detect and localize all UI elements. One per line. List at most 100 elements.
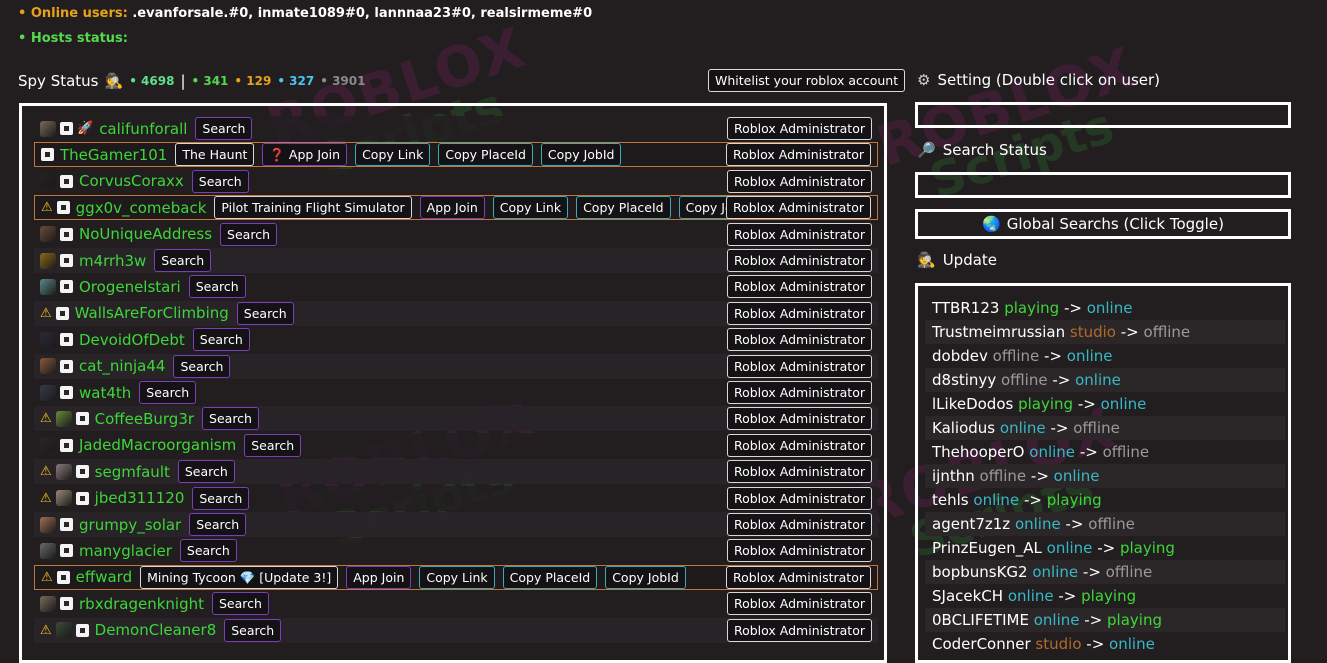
search-button[interactable]: Search <box>236 301 294 325</box>
user-name[interactable]: m4rrh3w <box>79 252 146 270</box>
search-button[interactable]: Search <box>202 407 259 431</box>
user-row[interactable]: DevoidOfDebt Search Roblox Administrator <box>34 327 878 353</box>
row-action-button[interactable]: Copy Link <box>419 565 495 589</box>
update-user[interactable]: dobdev <box>932 347 988 365</box>
search-button[interactable]: Search <box>195 117 253 140</box>
search-button[interactable]: Search <box>191 169 249 193</box>
row-action-button[interactable]: Copy Link <box>492 196 569 220</box>
user-row[interactable]: JadedMacroorganism Search Roblox Administr… <box>34 432 878 458</box>
user-row[interactable]: CorvusCoraxx Search Roblox Administrator <box>34 168 878 194</box>
user-name[interactable]: NoUniqueAddress <box>79 225 212 243</box>
search-button[interactable]: Search <box>139 381 197 404</box>
role-badge-button[interactable]: Roblox Administrator <box>726 618 872 642</box>
update-user[interactable]: d8stinyy <box>932 371 996 389</box>
global-searchs-toggle[interactable]: 🌏 Global Searchs (Click Toggle) <box>915 209 1291 239</box>
row-action-button[interactable]: The Haunt <box>175 143 255 167</box>
user-row[interactable]: m4rrh3w Search Roblox Administrator <box>34 248 878 273</box>
search-button[interactable]: Search <box>179 539 237 563</box>
update-user[interactable]: CoderConner <box>932 635 1031 653</box>
user-name[interactable]: CoffeeBurg3r <box>95 410 194 428</box>
user-row[interactable]: ⚠ WallsAreForClimbing Search Roblox Adminis… <box>34 300 878 326</box>
user-name[interactable]: grumpy_solar <box>79 516 181 534</box>
row-action-button[interactable]: Copy Link <box>355 143 431 167</box>
row-action-button[interactable]: Copy JobId <box>605 565 686 589</box>
row-action-button[interactable]: Copy PlaceId <box>438 143 533 167</box>
update-user[interactable]: TTBR123 <box>932 299 999 317</box>
row-action-button[interactable]: Copy PlaceId <box>502 565 598 589</box>
role-badge-button[interactable]: Roblox Administrator <box>726 117 872 140</box>
search-button[interactable]: Search <box>188 275 246 299</box>
user-name[interactable]: JadedMacroorganism <box>79 436 236 454</box>
role-badge-button[interactable]: Roblox Administrator <box>726 539 872 563</box>
update-user[interactable]: tehls <box>932 491 969 509</box>
user-row[interactable]: grumpy_solar Search Roblox Administrator <box>34 512 878 537</box>
role-badge-button[interactable]: Roblox Administrator <box>726 381 872 404</box>
search-button[interactable]: Search <box>192 486 250 510</box>
search-status-input[interactable] <box>915 172 1291 198</box>
user-row[interactable]: TheGamer101 The Haunt ❓ App Join Copy Link C… <box>34 142 878 168</box>
search-button[interactable]: Search <box>154 249 212 272</box>
role-badge-button[interactable]: Roblox Administrator <box>726 486 872 510</box>
user-name[interactable]: Orogenelstari <box>79 278 181 296</box>
user-row[interactable]: wat4th Search Roblox Administrator <box>34 380 878 405</box>
user-name[interactable]: DemonCleaner8 <box>95 621 217 639</box>
search-button[interactable]: Search <box>192 328 250 352</box>
update-user[interactable]: 0BCLIFETIME <box>932 611 1029 629</box>
role-badge-button[interactable]: Roblox Administrator <box>726 249 872 272</box>
role-badge-button[interactable]: Roblox Administrator <box>726 460 872 484</box>
user-name[interactable]: effward <box>76 568 132 586</box>
update-user[interactable]: agent7z1z <box>932 515 1010 533</box>
user-name[interactable]: DevoidOfDebt <box>79 331 185 349</box>
role-badge-button[interactable]: Roblox Administrator <box>726 222 872 246</box>
user-row[interactable]: ⚠ CoffeeBurg3r Search Roblox Administrator <box>34 406 878 432</box>
role-badge-button[interactable]: Roblox Administrator <box>726 513 872 536</box>
update-user[interactable]: ThehooperO <box>932 443 1024 461</box>
role-badge-button[interactable]: Roblox Administrator <box>725 565 871 589</box>
update-user[interactable]: bopbunsKG2 <box>932 563 1028 581</box>
user-row[interactable]: manyglacier Search Roblox Administrator <box>34 538 878 564</box>
user-row[interactable]: NoUniqueAddress Search Roblox Administrato… <box>34 221 878 247</box>
user-row[interactable]: Orogenelstari Search Roblox Administrator <box>34 274 878 300</box>
role-badge-button[interactable]: Roblox Administrator <box>726 354 872 378</box>
row-action-button[interactable]: App Join <box>346 565 412 589</box>
search-button[interactable]: Search <box>177 460 235 484</box>
user-name[interactable]: rbxdragenknight <box>79 595 204 613</box>
user-name[interactable]: WallsAreForClimbing <box>75 304 229 322</box>
role-badge-button[interactable]: Roblox Administrator <box>726 301 872 325</box>
update-user[interactable]: lLikeDodos <box>932 395 1013 413</box>
user-row[interactable]: 🚀 califunforall Search Roblox Administrator <box>34 116 878 141</box>
role-badge-button[interactable]: Roblox Administrator <box>726 592 872 616</box>
row-action-button[interactable]: Copy JobId <box>540 143 622 167</box>
role-badge-button[interactable]: Roblox Administrator <box>725 196 871 220</box>
settings-input[interactable] <box>915 102 1291 128</box>
user-name[interactable]: segmfault <box>95 463 170 481</box>
role-badge-button[interactable]: Roblox Administrator <box>726 407 872 431</box>
role-badge-button[interactable]: Roblox Administrator <box>726 169 872 193</box>
whitelist-button[interactable]: Whitelist your roblox account <box>708 69 906 92</box>
role-badge-button[interactable]: Roblox Administrator <box>726 433 872 457</box>
update-user[interactable]: PrinzEugen_AL <box>932 539 1042 557</box>
role-badge-button[interactable]: Roblox Administrator <box>725 143 871 167</box>
user-name[interactable]: cat_ninja44 <box>79 357 165 375</box>
search-button[interactable]: Search <box>211 592 269 616</box>
search-button[interactable]: Search <box>189 513 247 536</box>
user-name[interactable]: TheGamer101 <box>60 146 167 164</box>
role-badge-button[interactable]: Roblox Administrator <box>726 328 872 352</box>
row-action-button[interactable]: Copy PlaceId <box>576 196 671 220</box>
user-name[interactable]: jbed311120 <box>95 489 185 507</box>
user-row[interactable]: ⚠ DemonCleaner8 Search Roblox Administrator <box>34 617 878 643</box>
user-row[interactable]: ⚠ ggx0v_comeback Pilot Training Flight Sim… <box>34 195 878 221</box>
user-row[interactable]: rbxdragenknight Search Roblox Administrato… <box>34 591 878 617</box>
update-user[interactable]: Kaliodus <box>932 419 995 437</box>
search-button[interactable]: Search <box>220 222 277 246</box>
user-name[interactable]: wat4th <box>79 384 131 402</box>
update-user[interactable]: SJacekCH <box>932 587 1003 605</box>
update-user[interactable]: ijnthn <box>932 467 975 485</box>
user-name[interactable]: ggx0v_comeback <box>76 199 207 217</box>
user-row[interactable]: ⚠ effward Mining Tycoon 💎 [Update 3!] App J… <box>34 564 878 590</box>
role-badge-button[interactable]: Roblox Administrator <box>726 275 872 299</box>
row-action-button[interactable]: App Join <box>419 196 485 220</box>
search-button[interactable]: Search <box>224 618 282 642</box>
user-row[interactable]: ⚠ segmfault Search Roblox Administrator <box>34 459 878 485</box>
search-button[interactable]: Search <box>244 433 302 457</box>
